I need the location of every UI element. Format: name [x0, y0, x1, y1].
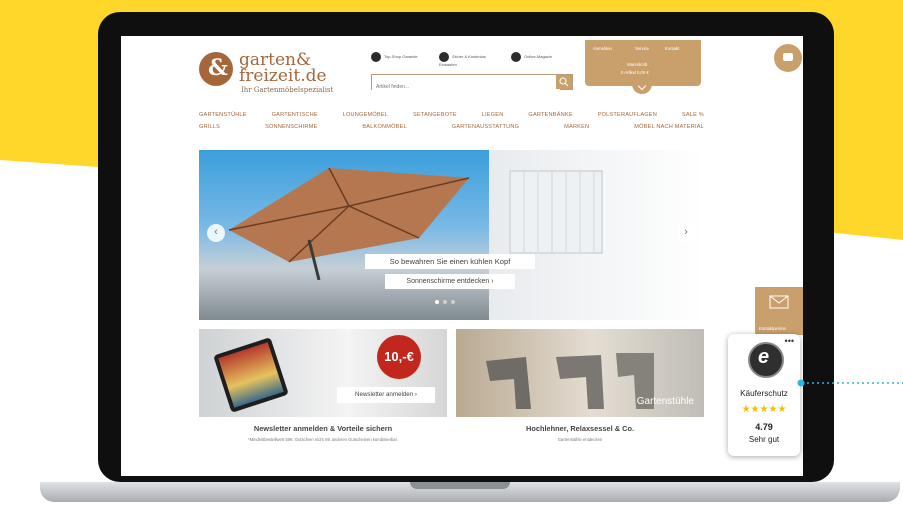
search-box — [371, 74, 573, 93]
service-link[interactable]: Service — [635, 46, 649, 51]
tablet-image — [213, 337, 289, 413]
nav-item[interactable]: POLSTERAUFLAGEN — [598, 112, 657, 118]
mail-icon — [769, 295, 789, 309]
chat-button[interactable] — [774, 44, 802, 72]
hero-building-image — [489, 150, 704, 320]
badge-icon — [371, 52, 381, 62]
trusted-shops-widget[interactable]: ••• Käuferschutz ★★★★★ 4.79 Sehr gut — [728, 334, 800, 456]
garden-chairs-caption[interactable]: Hochlehner, Relaxsessel & Co. — [456, 424, 704, 433]
voucher-badge: 10,-€ — [377, 335, 421, 379]
hero-cta-button[interactable]: Sonnenschirme entdecken › — [385, 274, 515, 289]
buyer-protection-label: Käuferschutz — [740, 389, 788, 398]
logo-name-line2: freizeit.de — [239, 66, 327, 86]
nav-item[interactable]: LIEGEN — [482, 112, 504, 118]
callout-connector — [797, 379, 903, 387]
newsletter-subtext: *Mindestbestellwert 50€. Gutschein nicht… — [248, 437, 398, 442]
header-badge-magazine[interactable]: Online-Magazin — [511, 52, 552, 66]
rating-verdict: Sehr gut — [748, 435, 780, 444]
nav-item[interactable]: SALE % — [682, 112, 704, 118]
chairs-image — [486, 353, 654, 409]
header-badge-topshop[interactable]: Top-Shop Garantie — [371, 52, 418, 66]
nav-item[interactable]: GARTENAUSSTATTUNG — [452, 124, 519, 130]
contact-link[interactable]: Kontakt — [665, 46, 679, 51]
nav-item[interactable]: MÖBEL NACH MATERIAL — [634, 124, 704, 130]
slider-dot[interactable] — [435, 300, 439, 304]
cart-label[interactable]: Warenkorb — [627, 62, 647, 67]
contact-person-button[interactable]: Kontaktperson — [755, 287, 803, 335]
badge-icon — [511, 52, 521, 62]
newsletter-tile[interactable]: 10,-€ Newsletter anmelden › — [199, 329, 447, 417]
hero-slider[interactable]: ‹ › So bewahren Sie einen kühlen Kopf So… — [199, 150, 704, 320]
nav-item[interactable]: BALKONMÖBEL — [362, 124, 406, 130]
cart-value: 0 Artikel 0,00 € — [621, 70, 649, 75]
account-toggle-button[interactable] — [632, 80, 652, 94]
rating-score: 4.79 — [755, 422, 773, 432]
header-badge-label: Online-Magazin — [524, 54, 553, 60]
laptop-notch — [410, 482, 510, 489]
slider-dots — [435, 300, 467, 304]
badge-icon — [439, 52, 449, 62]
logo-mark-icon — [199, 52, 233, 86]
nav-item[interactable]: GARTENBÄNKE — [528, 112, 572, 118]
nav-item[interactable]: GRILLS — [199, 124, 220, 130]
search-input[interactable] — [372, 81, 560, 93]
rating-stars: ★★★★★ — [741, 404, 787, 415]
more-options-icon[interactable]: ••• — [785, 336, 794, 346]
nav-item[interactable]: SETANGEBOTE — [413, 112, 457, 118]
nav-item[interactable]: GARTENSTÜHLE — [199, 112, 247, 118]
slider-dot[interactable] — [451, 300, 455, 304]
nav-item[interactable]: GARTENTISCHE — [272, 112, 318, 118]
login-link[interactable]: Anmelden — [593, 46, 612, 51]
nav-item[interactable]: MARKEN — [564, 124, 589, 130]
garden-chairs-link[interactable]: Gartenstühle entdecken — [456, 437, 704, 442]
slider-dot[interactable] — [443, 300, 447, 304]
garden-chairs-tile[interactable]: Gartenstühle — [456, 329, 704, 417]
logo-name: garten& freizeit.de — [239, 52, 327, 86]
newsletter-caption[interactable]: Newsletter anmelden & Vorteile sichern — [199, 424, 447, 433]
hero-title: So bewahren Sie einen kühlen Kopf — [365, 254, 535, 269]
garden-chairs-label: Gartenstühle — [636, 396, 694, 407]
slider-next-button[interactable]: › — [677, 224, 695, 242]
trusted-shops-seal-icon — [748, 342, 784, 378]
main-nav-row2: GRILLS SONNENSCHIRME BALKONMÖBEL GARTENAUSS… — [199, 124, 704, 130]
header-badge-secure[interactable]: Sicher & Kostenlos Einkaufen — [439, 52, 499, 67]
slider-prev-button[interactable]: ‹ — [207, 224, 225, 242]
search-button[interactable] — [556, 75, 572, 89]
nav-item[interactable]: SONNENSCHIRME — [265, 124, 317, 130]
browser-screen: garten& freizeit.de Ihr Gartenmöbelspezi… — [121, 36, 803, 476]
header-badge-label: Top-Shop Garantie — [384, 54, 418, 60]
contact-person-label: Kontaktperson — [759, 326, 787, 331]
main-nav-row1: GARTENSTÜHLE GARTENTISCHE LOUNGEMÖBEL SETAN… — [199, 112, 704, 118]
newsletter-button[interactable]: Newsletter anmelden › — [337, 387, 435, 403]
logo-tagline: Ihr Gartenmöbelspezialist — [241, 86, 334, 94]
search-icon — [559, 77, 569, 87]
nav-item[interactable]: LOUNGEMÖBEL — [343, 112, 388, 118]
